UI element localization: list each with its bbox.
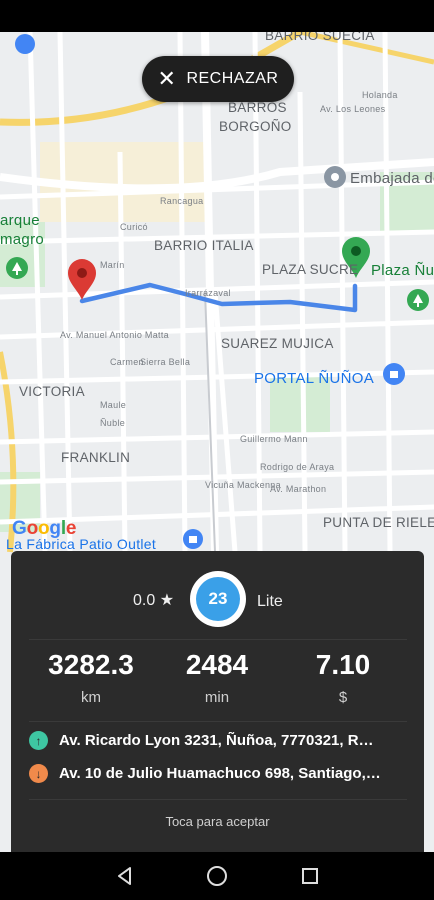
map-label: FRANKLIN bbox=[61, 450, 131, 465]
close-icon: ✕ bbox=[157, 66, 177, 91]
shopping-icon bbox=[383, 363, 405, 385]
street-label: Av. Los Leones bbox=[320, 104, 386, 114]
map-label: PLAZA SUCRE bbox=[262, 262, 359, 277]
park-icon bbox=[407, 289, 429, 311]
pickup-address-row: ↑ Av. Ricardo Lyon 3231, Ñuñoa, 7770321,… bbox=[29, 731, 409, 750]
map-label: BARROS bbox=[228, 100, 287, 115]
price-stat: 7.10 $ bbox=[283, 649, 403, 706]
map-label: arque bbox=[0, 212, 40, 229]
street-label: Av. Marathon bbox=[270, 484, 327, 494]
dropoff-address: Av. 10 de Julio Huamachuco 698, Santiago… bbox=[59, 765, 381, 782]
divider bbox=[29, 721, 407, 722]
map-label: BORGOÑO bbox=[219, 119, 292, 134]
street-label: Carmen bbox=[110, 357, 144, 367]
trip-offer-card[interactable]: 0.0 ★ 23 Lite 3282.3 km 2484 min 7.10 $ … bbox=[11, 551, 424, 853]
time-unit: min bbox=[204, 689, 230, 706]
dropoff-address-row: ↓ Av. 10 de Julio Huamachuco 698, Santia… bbox=[29, 764, 409, 783]
status-bar bbox=[0, 0, 434, 32]
google-logo: Google bbox=[12, 518, 77, 539]
map-label: Embajada de bbox=[350, 170, 434, 187]
street-label: Maule bbox=[100, 400, 127, 410]
street-label: Av. Manuel Antonio Matta bbox=[60, 330, 169, 340]
street-label: Rancagua bbox=[160, 196, 204, 206]
price-value: 7.10 bbox=[315, 649, 371, 680]
map-label: VICTORIA bbox=[19, 384, 85, 399]
price-unit: $ bbox=[338, 689, 348, 706]
home-icon bbox=[207, 866, 227, 886]
street-label: Curicó bbox=[120, 222, 148, 232]
street-label: Sierra Bella bbox=[140, 357, 191, 367]
divider bbox=[29, 799, 407, 800]
back-button[interactable] bbox=[113, 864, 137, 888]
map-label: magro bbox=[0, 231, 45, 248]
back-icon bbox=[118, 867, 131, 885]
distance-value: 3282.3 bbox=[48, 649, 134, 680]
map-label: BARRIO ITALIA bbox=[154, 238, 254, 253]
time-value: 2484 bbox=[185, 649, 249, 680]
map-label: Plaza Ñu bbox=[371, 262, 434, 279]
street-label: Ñuble bbox=[100, 418, 126, 428]
divider bbox=[29, 639, 407, 640]
distance-unit: km bbox=[81, 689, 101, 706]
reject-button[interactable]: ✕ RECHAZAR bbox=[142, 56, 294, 102]
park-icon bbox=[6, 257, 28, 279]
distance-stat: 3282.3 km bbox=[31, 649, 151, 706]
street-label: Rodrigo de Araya bbox=[260, 462, 335, 472]
reject-label: RECHAZAR bbox=[186, 70, 279, 87]
arrow-up-icon: ↑ bbox=[29, 731, 48, 750]
countdown-value: 23 bbox=[196, 577, 240, 621]
street-label: Guillermo Mann bbox=[240, 434, 308, 444]
rating: 0.0 ★ bbox=[133, 592, 175, 609]
map-label: BARRIO SUECIA bbox=[265, 32, 375, 43]
navigation-bar bbox=[0, 852, 434, 900]
recents-icon bbox=[302, 868, 318, 884]
arrow-down-icon: ↓ bbox=[29, 764, 48, 783]
street-label: Irarrázaval bbox=[185, 288, 231, 298]
street-label: Marín bbox=[100, 260, 125, 270]
countdown-timer: 23 bbox=[190, 571, 246, 627]
street-label: Holanda bbox=[362, 90, 398, 100]
recents-button[interactable] bbox=[298, 864, 322, 888]
map-label: PUNTA DE RIELES bbox=[323, 515, 434, 530]
shopping-icon bbox=[183, 529, 203, 549]
pickup-address: Av. Ricardo Lyon 3231, Ñuñoa, 7770321, R… bbox=[59, 732, 374, 749]
accept-hint[interactable]: Toca para aceptar bbox=[11, 814, 424, 829]
home-button[interactable] bbox=[205, 864, 229, 888]
map-label: SUAREZ MUJICA bbox=[221, 336, 334, 351]
time-stat: 2484 min bbox=[157, 649, 277, 706]
embassy-icon bbox=[324, 166, 346, 188]
service-type: Lite bbox=[257, 593, 283, 610]
map-label: PORTAL ÑUÑOA bbox=[254, 370, 375, 387]
location-icon bbox=[15, 34, 35, 54]
